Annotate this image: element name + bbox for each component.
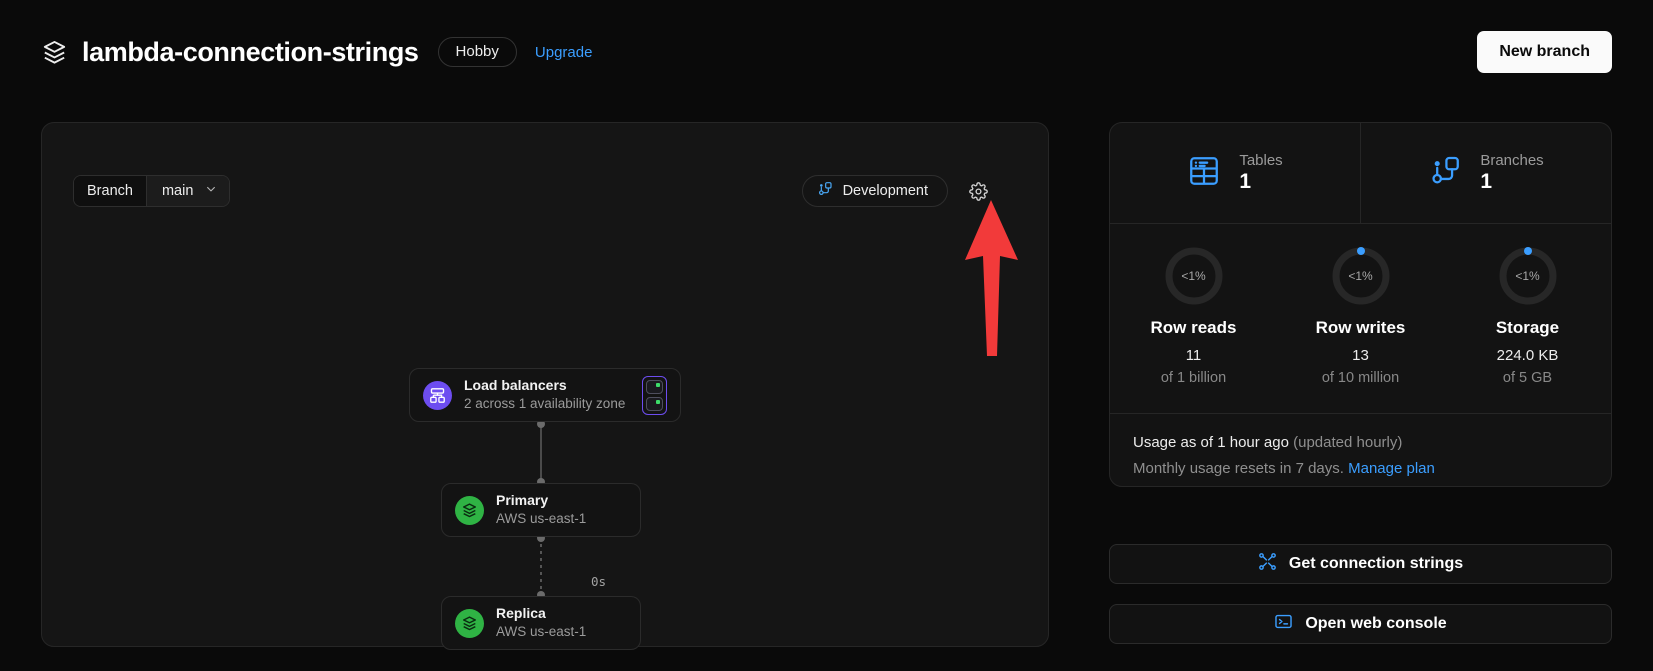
brand: lambda-connection-strings (41, 37, 419, 68)
usage-percent: <1% (1164, 246, 1224, 306)
topology-node-primary[interactable]: Primary AWS us-east-1 (441, 483, 641, 537)
node-title: Replica (496, 605, 586, 622)
stats-card: Tables 1 Branches 1 (1109, 122, 1612, 487)
node-subtitle: 2 across 1 availability zone (464, 396, 625, 413)
topology-node-replica[interactable]: Replica AWS us-east-1 (441, 596, 641, 650)
open-web-console-button[interactable]: Open web console (1109, 604, 1612, 644)
usage-reset-text: Monthly usage resets in 7 days. (1133, 460, 1348, 477)
usage-value: 11 (1186, 347, 1202, 364)
count-label: Tables (1239, 152, 1282, 169)
page-title: lambda-connection-strings (82, 37, 419, 68)
topology-edges (42, 213, 1048, 648)
plan-badge: Hobby (438, 37, 517, 67)
topology-toolbar: Branch main (42, 123, 1048, 213)
usage-percent: <1% (1498, 246, 1558, 306)
instance-chip (646, 380, 663, 394)
node-text: Replica AWS us-east-1 (496, 605, 586, 641)
node-title: Primary (496, 492, 586, 509)
node-text: Load balancers 2 across 1 availability z… (464, 377, 625, 413)
chevron-down-icon (205, 183, 217, 199)
node-subtitle: AWS us-east-1 (496, 624, 586, 641)
branch-icon (1428, 154, 1462, 193)
branch-icon (817, 181, 833, 201)
usage-name: Row writes (1316, 318, 1406, 338)
branch-selector-value[interactable]: main (147, 176, 229, 206)
usage-gauge: <1% (1164, 246, 1224, 306)
layers-icon (455, 609, 484, 638)
usage-cell-storage: <1% Storage 224.0 KB of 5 GB (1444, 246, 1611, 413)
usage-value: 224.0 KB (1497, 347, 1559, 364)
count-label: Branches (1480, 152, 1543, 169)
topology-node-load-balancers[interactable]: Load balancers 2 across 1 availability z… (409, 368, 681, 422)
count-cell-tables[interactable]: Tables 1 (1110, 123, 1360, 223)
topology-graph: Load balancers 2 across 1 availability z… (42, 213, 1048, 648)
branch-selector-label: Branch (74, 176, 147, 206)
usage-gauge: <1% (1498, 246, 1558, 306)
load-balancer-icon (423, 381, 452, 410)
usage-footer: Usage as of 1 hour ago (updated hourly) … (1110, 413, 1611, 487)
manage-plan-link[interactable]: Manage plan (1348, 460, 1435, 477)
usage-limit: of 5 GB (1503, 370, 1552, 386)
environment-pill[interactable]: Development (802, 175, 948, 207)
usage-timestamp-line: Usage as of 1 hour ago (updated hourly) (1133, 432, 1588, 454)
node-title: Load balancers (464, 377, 625, 394)
usage-percent: <1% (1331, 246, 1391, 306)
count-value: 1 (1239, 170, 1282, 194)
count-meta: Tables 1 (1239, 152, 1282, 194)
usage-cell-row-writes: <1% Row writes 13 of 10 million (1277, 246, 1444, 413)
topology-panel: Branch main (41, 122, 1049, 647)
usage-limit: of 1 billion (1161, 370, 1226, 386)
table-icon (1187, 154, 1221, 193)
node-subtitle: AWS us-east-1 (496, 511, 586, 528)
instance-chip (646, 397, 663, 411)
usage-limit: of 10 million (1322, 370, 1399, 386)
new-branch-button[interactable]: New branch (1477, 31, 1612, 73)
usage-name: Row reads (1151, 318, 1237, 338)
usage-frequency: (updated hourly) (1289, 434, 1402, 451)
count-cell-branches[interactable]: Branches 1 (1360, 123, 1611, 223)
usage-reset-line: Monthly usage resets in 7 days. Manage p… (1133, 458, 1588, 480)
count-value: 1 (1480, 170, 1543, 194)
layers-icon (455, 496, 484, 525)
button-label: Open web console (1305, 615, 1446, 633)
layers-icon (41, 39, 68, 66)
usage-value: 13 (1352, 347, 1369, 364)
usage-name: Storage (1496, 318, 1559, 338)
node-text: Primary AWS us-east-1 (496, 492, 586, 528)
usage-row: <1% Row reads 11 of 1 billion <1% Row wr… (1110, 223, 1611, 413)
button-label: Get connection strings (1289, 555, 1463, 573)
terminal-icon (1274, 612, 1293, 636)
usage-gauge: <1% (1331, 246, 1391, 306)
counts-row: Tables 1 Branches 1 (1110, 123, 1611, 223)
usage-cell-row-reads: <1% Row reads 11 of 1 billion (1110, 246, 1277, 413)
environment-label: Development (843, 183, 928, 199)
load-balancer-instances (642, 376, 667, 415)
count-meta: Branches 1 (1480, 152, 1543, 194)
upgrade-link[interactable]: Upgrade (535, 44, 593, 61)
replication-lag-label: 0s (591, 574, 606, 589)
usage-timestamp: Usage as of 1 hour ago (1133, 434, 1289, 451)
page-header: lambda-connection-strings Hobby Upgrade … (0, 0, 1653, 104)
gear-icon[interactable] (963, 176, 993, 206)
app-root: lambda-connection-strings Hobby Upgrade … (0, 0, 1653, 671)
branch-name: main (162, 183, 193, 199)
connection-icon (1258, 552, 1277, 576)
branch-selector[interactable]: Branch main (73, 175, 230, 207)
get-connection-strings-button[interactable]: Get connection strings (1109, 544, 1612, 584)
